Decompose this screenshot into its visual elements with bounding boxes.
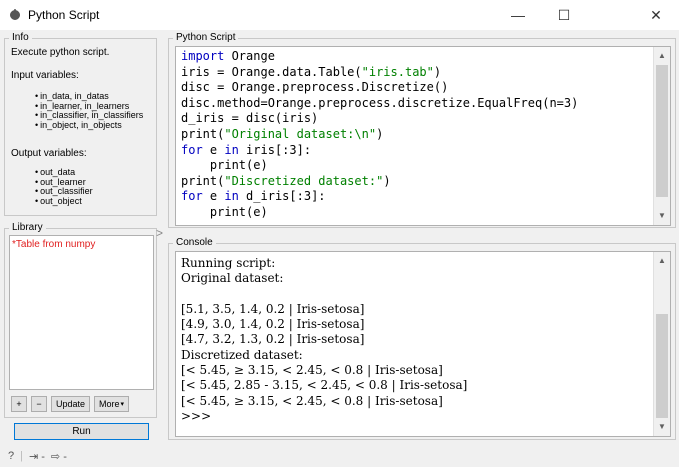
code-token: e (202, 142, 225, 157)
script-label: Python Script (173, 32, 239, 43)
library-list[interactable]: *Table from numpy (9, 235, 154, 390)
title-bar: Python Script — ☐ ✕ (0, 0, 679, 30)
editor-scrollbar[interactable]: ▲ ▼ (653, 47, 670, 225)
console-line: Running script: (181, 256, 276, 270)
remove-script-button[interactable]: − (31, 396, 47, 412)
add-script-button[interactable]: + (11, 396, 27, 412)
output-variables-list: out_data out_learner out_classifier out_… (35, 167, 93, 207)
scroll-up-icon[interactable]: ▲ (657, 51, 667, 61)
code-token: print( (181, 126, 225, 141)
code-keyword: for (181, 142, 203, 157)
code-token: iris = Orange.data.Table( (181, 64, 362, 79)
console-line: [5.1, 3.5, 1.4, 0.2 | Iris-setosa] (181, 301, 365, 316)
input-variable: in_object, in_objects (35, 120, 143, 131)
scrollbar-thumb[interactable] (656, 65, 668, 197)
output-signal-icon[interactable]: ⇨ - (51, 450, 67, 463)
code-keyword: in (224, 142, 239, 157)
code-string: "iris.tab" (361, 64, 434, 79)
console-group: Console Running script: Original dataset:… (168, 237, 676, 440)
help-icon[interactable]: ? (8, 450, 14, 462)
info-group: Info Execute python script. Input variab… (4, 32, 157, 216)
code-line[interactable]: disc.method=Orange.preprocess.discretize… (181, 96, 578, 112)
code-token: disc = Orange.preprocess.Discretize() (181, 80, 449, 95)
orange-app-icon (10, 9, 20, 20)
console-line: [4.9, 3.0, 1.4, 0.2 | Iris-setosa] (181, 317, 365, 332)
input-variables-list: in_data, in_datas in_learner, in_learner… (35, 91, 143, 131)
library-label: Library (9, 222, 46, 233)
run-button[interactable]: Run (14, 423, 149, 440)
status-bar: ? | ⇥ - ⇨ - (0, 445, 679, 467)
script-editor[interactable]: import Orange iris = Orange.data.Table("i… (175, 46, 671, 226)
code-string: "Discretized dataset:" (224, 173, 384, 188)
scrollbar-thumb[interactable] (656, 314, 668, 418)
info-description: Execute python script. (11, 47, 110, 58)
code-token: e (202, 189, 225, 204)
window-title: Python Script (28, 8, 100, 22)
code-keyword: for (181, 189, 203, 204)
code-token: iris[:3]: (238, 142, 312, 157)
console-line: Original dataset: (181, 271, 284, 286)
console-line: [< 5.45, 2.85 - 3.15, < 2.45, < 0.8 | Ir… (181, 378, 468, 393)
code-line[interactable]: print(e) (181, 205, 578, 221)
code-token: print(e) (181, 204, 268, 219)
code-line[interactable]: d_iris = disc(iris) (181, 111, 578, 127)
console-line: [< 5.45, ≥ 3.15, < 2.45, < 0.8 | Iris-se… (181, 363, 443, 378)
dropdown-arrow-icon: ▾ (120, 401, 125, 408)
info-label: Info (9, 32, 32, 43)
library-group: Library *Table from numpy + − Update Mor… (4, 222, 157, 418)
code-token: d_iris[:3]: (238, 189, 326, 204)
code-line[interactable]: iris = Orange.data.Table("iris.tab") (181, 65, 578, 81)
input-signal-icon[interactable]: ⇥ - (29, 450, 45, 463)
code-line[interactable]: disc = Orange.preprocess.Discretize() (181, 80, 578, 96)
code-line[interactable]: for e in d_iris[:3]: (181, 189, 578, 205)
console-line: [< 5.45, ≥ 3.15, < 2.45, < 0.8 | Iris-se… (181, 393, 443, 408)
console-line: Discretized dataset: (181, 347, 303, 362)
maximize-button[interactable]: ☐ (541, 0, 587, 30)
scroll-down-icon[interactable]: ▼ (657, 422, 667, 432)
code-token: d_iris = disc(iris) (181, 111, 319, 126)
console-output[interactable]: Running script: Original dataset: [5.1, 3… (175, 251, 671, 437)
more-button[interactable]: More ▾ (94, 396, 130, 412)
console-scrollbar[interactable]: ▲ ▼ (653, 252, 670, 436)
code-token: ) (433, 64, 442, 79)
collapse-panel-icon[interactable]: > (156, 226, 163, 240)
code-line[interactable]: print("Original dataset:\n") (181, 127, 578, 143)
code-token: print(e) (181, 158, 268, 173)
code-line[interactable]: print("Discretized dataset:") (181, 174, 578, 190)
output-variables-heading: Output variables: (11, 148, 87, 159)
code-keyword: import (181, 49, 225, 63)
code-token: disc.method=Orange.preprocess.discretize… (181, 95, 579, 110)
library-buttons: + − Update More ▾ (11, 396, 130, 412)
update-button[interactable]: Update (51, 396, 91, 412)
scroll-down-icon[interactable]: ▼ (657, 211, 667, 221)
code-line[interactable]: import Orange (181, 49, 578, 65)
code-keyword: in (224, 189, 239, 204)
code-token: ) (383, 173, 391, 188)
console-line: >>> (181, 408, 212, 423)
code-line[interactable]: print(e) (181, 158, 578, 174)
code-text[interactable]: import Orange iris = Orange.data.Table("i… (181, 49, 578, 221)
output-variable: out_object (35, 196, 93, 207)
code-token: ) (376, 126, 384, 141)
scroll-up-icon[interactable]: ▲ (657, 256, 667, 266)
library-item[interactable]: *Table from numpy (10, 236, 153, 253)
console-line: [4.7, 3.2, 1.3, 0.2 | Iris-setosa] (181, 332, 365, 347)
more-label: More (99, 399, 120, 409)
close-button[interactable]: ✕ (633, 0, 679, 30)
script-group: Python Script import Orange iris = Orange… (168, 32, 676, 228)
console-text[interactable]: Running script: Original dataset: [5.1, 3… (181, 256, 467, 424)
separator: | (20, 450, 23, 462)
minimize-button[interactable]: — (495, 0, 541, 30)
code-token: Orange (224, 49, 275, 63)
input-variables-heading: Input variables: (11, 70, 79, 81)
code-string: "Original dataset:\n" (224, 126, 377, 141)
code-token: print( (181, 173, 225, 188)
console-label: Console (173, 237, 216, 248)
code-line[interactable]: for e in iris[:3]: (181, 143, 578, 159)
